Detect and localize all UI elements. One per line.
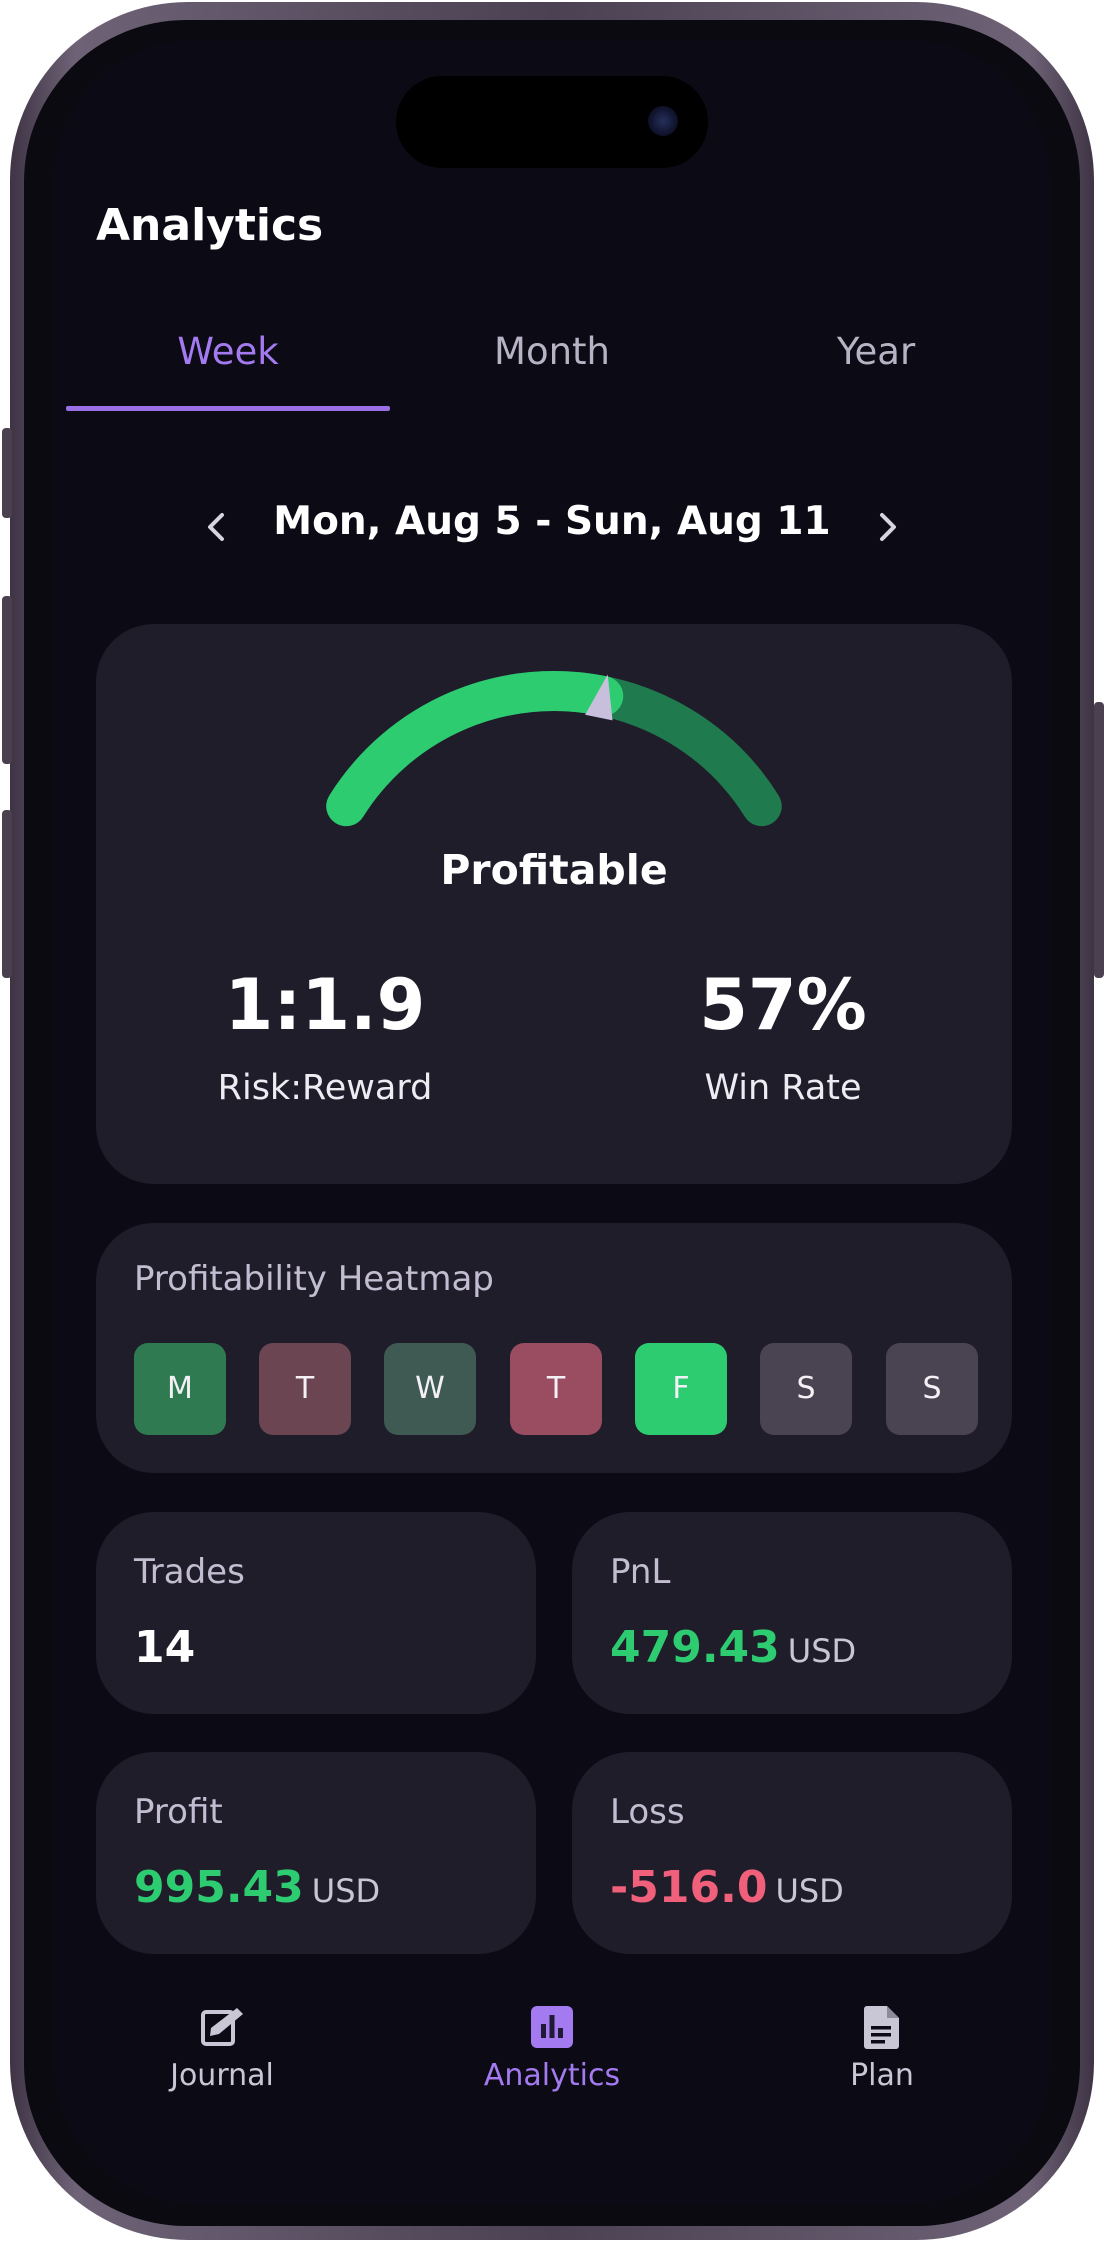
win-rate-value: 57%: [699, 964, 867, 1046]
journal-icon: [197, 2002, 247, 2052]
profitability-gauge-card: Profitable 1:1.9 Risk:Reward 57% Win Rat…: [96, 624, 1012, 1184]
heatmap-day-friday[interactable]: F: [635, 1343, 727, 1435]
pnl-card[interactable]: PnL 479.43 USD: [572, 1512, 1012, 1714]
pnl-value: 479.43 USD: [610, 1622, 856, 1673]
bottom-navigation: Journal Analytics Plan: [54, 1990, 1050, 2170]
side-button-volume-down: [2, 810, 12, 978]
risk-reward-label: Risk:Reward: [217, 1068, 433, 1108]
date-range: Mon, Aug 5 - Sun, Aug 11: [273, 499, 831, 544]
profit-card[interactable]: Profit 995.43 USD: [96, 1752, 536, 1954]
side-button-power: [1094, 702, 1104, 978]
loss-label: Loss: [610, 1792, 685, 1832]
risk-reward-stat: 1:1.9 Risk:Reward: [96, 964, 554, 1108]
document-icon: [857, 2002, 907, 2052]
tab-week[interactable]: Week: [66, 330, 390, 373]
dynamic-island: [396, 76, 708, 168]
nav-analytics-label: Analytics: [483, 2058, 621, 2093]
loss-unit: USD: [775, 1872, 844, 1910]
active-tab-indicator: [66, 406, 390, 411]
tab-month[interactable]: Month: [390, 330, 714, 373]
loss-card[interactable]: Loss -516.0 USD: [572, 1752, 1012, 1954]
chevron-right-icon[interactable]: [872, 497, 902, 573]
nav-journal-label: Journal: [170, 2058, 274, 2093]
nav-journal[interactable]: Journal: [72, 1990, 372, 2093]
pnl-amount: 479.43: [610, 1622, 780, 1673]
side-button-action: [2, 428, 12, 518]
trades-count: 14: [134, 1622, 196, 1673]
profit-amount: 995.43: [134, 1862, 304, 1913]
heatmap-day-saturday[interactable]: S: [760, 1343, 852, 1435]
heatmap-day-monday[interactable]: M: [134, 1343, 226, 1435]
heatmap-day-wednesday[interactable]: W: [384, 1343, 476, 1435]
date-navigator: Mon, Aug 5 - Sun, Aug 11: [144, 495, 960, 565]
profit-label: Profit: [134, 1792, 223, 1832]
profit-unit: USD: [311, 1872, 381, 1910]
app-screen: Analytics Week Month Year Mon, Aug 5 - S…: [54, 40, 1050, 2204]
pnl-unit: USD: [787, 1632, 857, 1670]
trades-label: Trades: [134, 1552, 245, 1592]
heatmap-title: Profitability Heatmap: [134, 1259, 494, 1299]
nav-plan-label: Plan: [850, 2058, 914, 2093]
win-rate-label: Win Rate: [704, 1068, 862, 1108]
nav-analytics[interactable]: Analytics: [402, 1990, 702, 2093]
trades-value: 14: [134, 1622, 195, 1673]
page-title: Analytics: [96, 200, 324, 251]
pnl-label: PnL: [610, 1552, 671, 1592]
risk-reward-value: 1:1.9: [224, 964, 426, 1046]
camera-icon: [648, 106, 678, 136]
tab-year[interactable]: Year: [714, 330, 1038, 373]
heatmap-day-sunday[interactable]: S: [886, 1343, 978, 1435]
profit-value: 995.43 USD: [134, 1862, 380, 1913]
profitability-heatmap-card: Profitability Heatmap M T W T F S S: [96, 1223, 1012, 1473]
gauge-fill: [326, 671, 624, 827]
nav-plan[interactable]: Plan: [732, 1990, 1032, 2093]
heatmap-day-tuesday[interactable]: T: [259, 1343, 351, 1435]
win-rate-stat: 57% Win Rate: [554, 964, 1012, 1108]
gauge-status: Profitable: [440, 846, 668, 894]
heatmap-day-thursday[interactable]: T: [510, 1343, 602, 1435]
bar-chart-icon: [527, 2002, 577, 2052]
trades-card[interactable]: Trades 14: [96, 1512, 536, 1714]
loss-amount: -516.0: [610, 1862, 768, 1913]
side-button-volume-up: [2, 596, 12, 764]
loss-value: -516.0 USD: [610, 1862, 844, 1913]
heatmap-row: M T W T F S S: [134, 1343, 980, 1435]
